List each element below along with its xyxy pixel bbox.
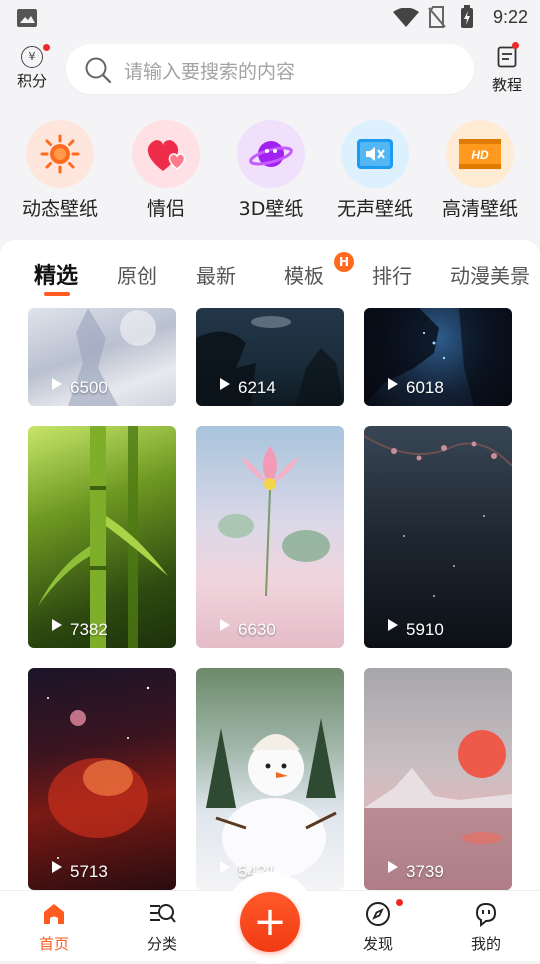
sun-icon <box>40 134 80 174</box>
wallpaper-card[interactable]: 6630 <box>196 426 344 648</box>
wallpaper-card[interactable]: 5910 <box>364 426 512 648</box>
coin-glyph: ¥ <box>28 50 36 63</box>
no-sim-icon <box>428 6 446 28</box>
hearts-icon <box>147 140 186 171</box>
tab-original[interactable]: 原创 <box>117 260 157 289</box>
hd-film-icon: HD <box>459 139 501 169</box>
view-count: 6630 <box>238 620 276 639</box>
points-button[interactable]: ¥ 积分 <box>14 44 50 91</box>
points-notification-dot <box>43 44 50 51</box>
category-couple[interactable]: 情侣 <box>114 120 218 221</box>
nav-label: 发现 <box>362 935 393 953</box>
search-bar[interactable]: 请输入要搜索的内容 <box>66 44 474 94</box>
wallpaper-card[interactable]: 6018 <box>364 308 512 406</box>
hd-badge-text: HD <box>471 148 489 162</box>
category-label: 情侣 <box>146 198 185 220</box>
top-bar: ¥ 积分 请输入要搜索的内容 教程 <box>0 36 540 106</box>
view-count: 5713 <box>70 862 108 881</box>
search-icon <box>85 57 112 84</box>
play-icon <box>220 619 230 631</box>
tutorial-label: 教程 <box>491 76 522 94</box>
nav-categories[interactable]: 分类 <box>132 901 192 954</box>
category-label: 3D壁纸 <box>238 198 304 220</box>
home-icon <box>44 904 64 924</box>
hot-badge: H <box>334 252 354 272</box>
search-placeholder: 请输入要搜索的内容 <box>124 61 296 83</box>
coin-icon: ¥ <box>21 46 43 68</box>
muted-speaker-icon <box>357 139 393 169</box>
tab-latest[interactable]: 最新 <box>196 260 236 289</box>
status-time: 9:22 <box>492 7 528 27</box>
play-icon <box>220 861 230 873</box>
tab-ranking[interactable]: 排行 <box>372 260 412 289</box>
categories-search-icon <box>150 904 176 923</box>
compass-icon <box>366 902 390 926</box>
discover-notification-dot <box>396 899 403 906</box>
active-tab-indicator <box>44 292 70 296</box>
wallpaper-card[interactable]: 3739 <box>364 668 512 890</box>
view-count: 7382 <box>70 620 108 639</box>
nav-label: 分类 <box>146 935 177 953</box>
view-count: 6018 <box>406 378 444 397</box>
play-icon <box>388 619 398 631</box>
wifi-icon <box>393 8 419 27</box>
category-silent-wallpaper[interactable]: 无声壁纸 <box>323 120 427 221</box>
category-bubble <box>26 120 94 188</box>
view-count: 6500 <box>70 378 108 397</box>
category-live-wallpaper[interactable]: 动态壁纸 <box>8 120 112 221</box>
category-bubble <box>132 120 200 188</box>
plus-icon: + <box>253 899 287 945</box>
planet-icon <box>249 141 293 167</box>
tutorial-notification-dot <box>512 42 519 49</box>
category-bubble: HD <box>446 120 514 188</box>
play-icon <box>388 861 398 873</box>
category-hd-wallpaper[interactable]: HD 高清壁纸 <box>428 120 532 221</box>
tutorial-button[interactable]: 教程 <box>490 42 524 95</box>
nav-label: 首页 <box>38 935 69 953</box>
category-bubble <box>341 120 409 188</box>
wallpaper-card[interactable]: 7382 <box>28 426 176 648</box>
wallpaper-grid[interactable]: 6500 6214 6018 7382 6630 5910 5713 5421 … <box>0 240 540 890</box>
tab-templates[interactable]: 模板 <box>284 260 324 289</box>
view-count: 6214 <box>238 378 276 397</box>
tab-featured[interactable]: 精选 <box>34 258 78 290</box>
wallpaper-card[interactable]: 5713 <box>28 668 176 890</box>
category-label: 动态壁纸 <box>21 198 98 220</box>
category-label: 高清壁纸 <box>441 198 518 220</box>
wallpaper-card[interactable]: 6500 <box>28 308 176 406</box>
points-label: 积分 <box>16 72 47 90</box>
wallpaper-card[interactable]: 5421 <box>196 668 344 890</box>
tab-anime-scenery[interactable]: 动漫美景 <box>450 260 530 289</box>
category-3d-wallpaper[interactable]: 3D壁纸 <box>219 120 323 221</box>
status-bar: 9:22 <box>0 0 540 36</box>
play-icon <box>52 619 62 631</box>
view-count: 3739 <box>406 862 444 881</box>
profile-icon <box>475 902 497 928</box>
gallery-notification-icon <box>17 9 37 27</box>
category-shortcuts: 动态壁纸 情侣 3D壁纸 无声壁纸 HD 高清壁纸 <box>0 112 540 232</box>
play-icon <box>52 861 62 873</box>
feed-tabs: 精选 原创 最新 模板 H 排行 动漫美景 <box>0 240 540 306</box>
wallpaper-card[interactable]: 6214 <box>196 308 344 406</box>
nav-discover[interactable]: 发现 <box>348 899 408 954</box>
nav-label: 我的 <box>470 935 501 953</box>
category-bubble <box>237 120 305 188</box>
tutorial-icon <box>497 46 517 68</box>
nav-profile[interactable]: 我的 <box>456 901 516 954</box>
view-count: 5910 <box>406 620 444 639</box>
create-button[interactable]: + <box>240 892 300 952</box>
category-label: 无声壁纸 <box>336 198 413 220</box>
battery-charging-icon <box>461 5 473 28</box>
content-panel: 6500 6214 6018 7382 6630 5910 5713 5421 … <box>0 240 540 890</box>
nav-home[interactable]: 首页 <box>24 901 84 954</box>
